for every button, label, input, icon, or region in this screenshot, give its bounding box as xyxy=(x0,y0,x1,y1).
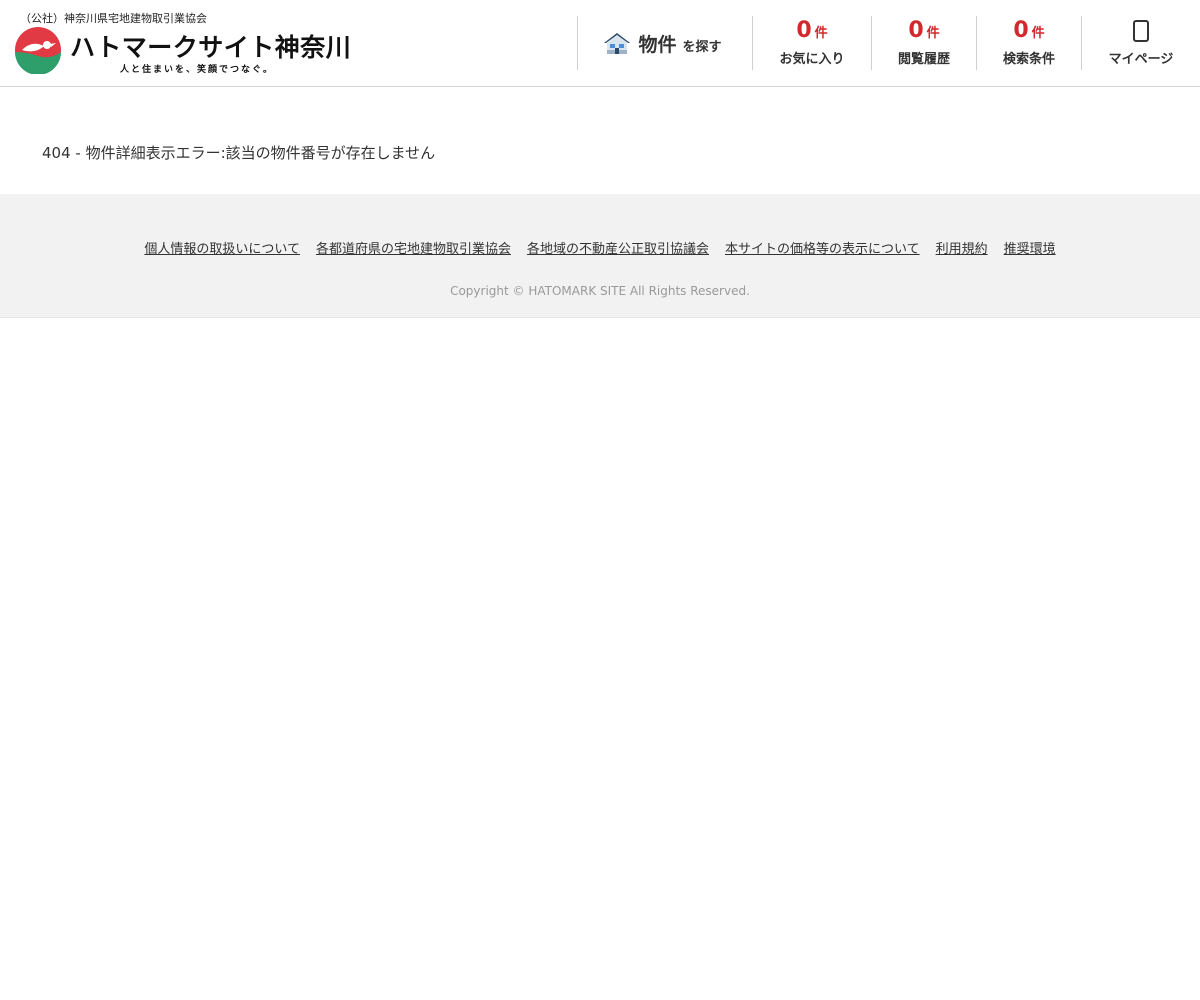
site-header: （公社）神奈川県宅地建物取引業協会 ハトマークサイト神奈川 人と住まいを、笑顔で… xyxy=(0,0,1200,87)
mypage-button[interactable]: マイページ xyxy=(1082,0,1200,86)
hatomark-logo-icon xyxy=(15,27,61,74)
copyright: Copyright © HATOMARK SITE All Rights Res… xyxy=(450,284,750,298)
favorites-count: 0 件 xyxy=(796,17,828,43)
history-counter[interactable]: 0 件 閲覧履歴 xyxy=(872,0,976,86)
history-label: 閲覧履歴 xyxy=(897,51,950,67)
saved-conditions-count-unit: 件 xyxy=(1031,25,1045,41)
error-message: 404 - 物件詳細表示エラー:該当の物件番号が存在しません xyxy=(42,144,436,162)
mypage-label: マイページ xyxy=(1108,51,1174,67)
site-tagline: 人と住まいを、笑顔でつなぐ。 xyxy=(120,65,275,75)
site-footer: 個人情報の取扱いについて 各都道府県の宅地建物取引業協会 各地域の不動産公正取引… xyxy=(0,194,1200,318)
footer-link-privacy[interactable]: 個人情報の取扱いについて xyxy=(144,238,300,257)
saved-conditions-count-number: 0 xyxy=(1013,17,1029,43)
favorites-count-unit: 件 xyxy=(814,25,828,41)
site-logo-link[interactable]: （公社）神奈川県宅地建物取引業協会 ハトマークサイト神奈川 人と住まいを、笑顔で… xyxy=(14,8,354,80)
property-search-button[interactable]: 物件 を探す xyxy=(578,0,752,86)
history-count: 0 件 xyxy=(908,17,940,43)
saved-conditions-count: 0 件 xyxy=(1013,17,1045,43)
footer-link-fair-trade-councils[interactable]: 各地域の不動産公正取引協議会 xyxy=(527,238,709,257)
user-icon xyxy=(1133,19,1149,42)
site-title: ハトマークサイト神奈川 xyxy=(70,33,352,62)
search-label-main: 物件 xyxy=(638,33,677,56)
footer-links: 個人情報の取扱いについて 各都道府県の宅地建物取引業協会 各地域の不動産公正取引… xyxy=(0,238,1200,257)
footer-link-price-display[interactable]: 本サイトの価格等の表示について xyxy=(725,238,920,257)
footer-link-recommended-env[interactable]: 推奨環境 xyxy=(1004,238,1056,257)
favorites-count-number: 0 xyxy=(796,17,812,43)
header-nav: 物件 を探す 0 件 お気に入り 0 件 閲覧履歴 0 件 検索条件 マイページ xyxy=(577,0,1200,86)
footer-link-prefecture-associations[interactable]: 各都道府県の宅地建物取引業協会 xyxy=(316,238,511,257)
favorites-label: お気に入り xyxy=(779,51,845,67)
footer-link-terms[interactable]: 利用規約 xyxy=(936,238,988,257)
association-name: （公社）神奈川県宅地建物取引業協会 xyxy=(20,12,207,25)
house-icon xyxy=(604,33,631,54)
history-count-number: 0 xyxy=(908,17,924,43)
history-count-unit: 件 xyxy=(926,25,940,41)
favorites-counter[interactable]: 0 件 お気に入り xyxy=(753,0,871,86)
saved-conditions-label: 検索条件 xyxy=(1002,51,1055,67)
search-label-sub: を探す xyxy=(682,39,722,55)
saved-conditions-counter[interactable]: 0 件 検索条件 xyxy=(977,0,1081,86)
